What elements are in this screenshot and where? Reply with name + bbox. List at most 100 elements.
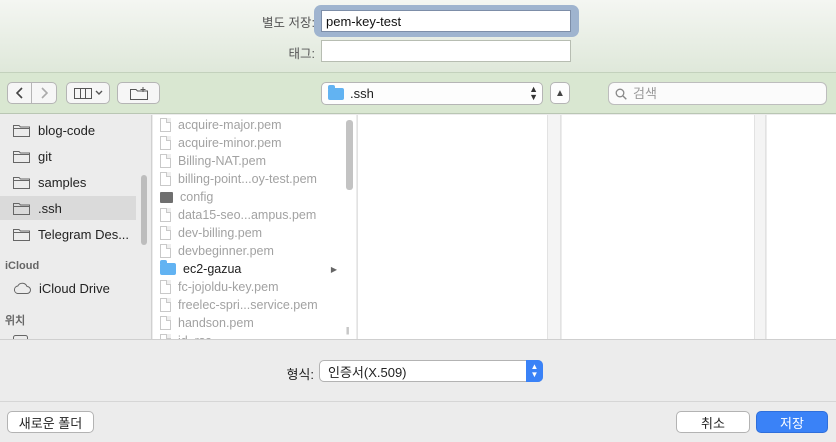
sidebar-heading-icloud: iCloud	[5, 260, 40, 272]
sidebar-item-label: Telegram Des...	[38, 226, 130, 242]
divider	[0, 401, 836, 402]
sidebar-heading-locations: 위치	[5, 315, 26, 327]
chevron-right-icon	[41, 87, 48, 99]
folder-icon	[13, 176, 30, 189]
sidebar-item-icloud-drive[interactable]: iCloud Drive	[0, 276, 136, 300]
save-button[interactable]: 저장	[756, 411, 828, 433]
back-button[interactable]	[7, 82, 32, 104]
file-name: devbeginner.pem	[178, 244, 274, 258]
forward-button[interactable]	[32, 82, 57, 104]
search-input[interactable]	[633, 86, 813, 101]
file-name: Billing-NAT.pem	[178, 154, 266, 168]
document-icon	[160, 136, 171, 150]
sidebar-item-blog-code[interactable]: blog-code	[0, 118, 136, 142]
save-as-label: 별도 저장:	[262, 16, 315, 30]
file-column: acquire-major.pem acquire-minor.pem Bill…	[153, 115, 356, 339]
file-item[interactable]: config	[153, 188, 345, 206]
file-item[interactable]: acquire-major.pem	[153, 116, 345, 134]
tags-label: 태그:	[288, 47, 315, 61]
sidebar-item-label: samples	[38, 174, 87, 190]
file-name: freelec-spri...service.pem	[178, 298, 318, 312]
column-divider[interactable]	[547, 115, 561, 339]
up-down-arrows-icon: ▲ ▼	[526, 360, 543, 382]
location-label: .ssh	[350, 86, 374, 101]
new-folder-icon	[129, 86, 148, 100]
format-label: 형식:	[286, 367, 314, 382]
up-down-arrows-icon: ▲ ▼	[529, 84, 538, 102]
location-select[interactable]: .ssh ▲ ▼	[321, 82, 543, 105]
sidebar-item-label: .ssh	[38, 200, 62, 216]
column-resize-handle[interactable]: ||	[346, 326, 349, 335]
sidebar-item-label: git	[38, 148, 52, 164]
sidebar-item-ssh[interactable]: .ssh	[0, 196, 136, 220]
document-icon	[160, 118, 171, 132]
bottom-bar: 형식: 인증서(X.509) ▲ ▼ 새로운 폴더 취소 저장	[0, 339, 836, 442]
chevron-down-icon	[95, 90, 102, 95]
sidebar-item-git[interactable]: git	[0, 144, 136, 168]
file-item[interactable]: data15-seo...ampus.pem	[153, 206, 345, 224]
folder-icon	[13, 202, 30, 215]
empty-column	[562, 115, 754, 339]
file-item[interactable]: freelec-spri...service.pem	[153, 296, 345, 314]
file-item[interactable]: Billing-NAT.pem	[153, 152, 345, 170]
file-item[interactable]: devbeginner.pem	[153, 242, 345, 260]
document-icon	[160, 172, 171, 186]
new-folder-toolbar-button[interactable]	[117, 82, 160, 104]
column-divider[interactable]	[754, 115, 766, 339]
folder-item-ec2-gazua[interactable]: ec2-gazua ▶	[153, 260, 345, 278]
file-item[interactable]: handson.pem	[153, 314, 345, 332]
search-icon	[615, 88, 627, 100]
document-icon	[160, 298, 171, 312]
sidebar: blog-code git samples .ssh Telegram Des.…	[0, 115, 152, 339]
file-item[interactable]: dev-billing.pem	[153, 224, 345, 242]
document-icon	[160, 316, 171, 330]
toolbar: .ssh ▲ ▼ ▲	[0, 72, 836, 114]
file-name: data15-seo...ampus.pem	[178, 208, 317, 222]
folder-icon	[160, 260, 176, 275]
file-name: acquire-major.pem	[178, 118, 282, 132]
file-column-scrollbar[interactable]	[346, 120, 353, 190]
tags-input[interactable]	[321, 40, 571, 62]
sidebar-scrollbar[interactable]	[141, 175, 147, 245]
document-icon	[160, 154, 171, 168]
format-value: 인증서(X.509)	[328, 364, 407, 380]
file-item[interactable]: id_rsa	[153, 332, 345, 339]
format-select[interactable]: 인증서(X.509) ▲ ▼	[319, 360, 543, 382]
columns-view-icon	[73, 87, 92, 99]
file-name: fc-jojoldu-key.pem	[178, 280, 279, 294]
search-field[interactable]	[608, 82, 827, 105]
document-icon	[160, 208, 171, 222]
file-name: handson.pem	[178, 316, 254, 330]
file-name: dev-billing.pem	[178, 226, 263, 240]
document-icon	[160, 244, 171, 258]
folder-icon	[13, 228, 30, 241]
cloud-icon	[13, 282, 31, 294]
sidebar-item-label: iCloud Drive	[39, 280, 110, 296]
file-item[interactable]: fc-jojoldu-key.pem	[153, 278, 345, 296]
filename-input[interactable]	[321, 10, 571, 32]
file-item[interactable]: acquire-minor.pem	[153, 134, 345, 152]
view-mode-button[interactable]	[66, 82, 110, 104]
folder-icon	[328, 84, 344, 100]
cancel-button[interactable]: 취소	[676, 411, 750, 433]
executable-icon	[160, 191, 173, 203]
file-name: billing-point...oy-test.pem	[178, 172, 317, 186]
file-item[interactable]: billing-point...oy-test.pem	[153, 170, 345, 188]
sidebar-item-telegram[interactable]: Telegram Des...	[0, 222, 136, 246]
folder-icon	[13, 124, 30, 137]
document-icon	[160, 226, 171, 240]
empty-column	[767, 115, 836, 339]
file-name: ec2-gazua	[183, 262, 242, 276]
disclosure-arrow-icon: ▶	[330, 264, 337, 274]
sidebar-item-macintosh-hd[interactable]	[0, 329, 136, 339]
new-folder-button[interactable]: 새로운 폴더	[7, 411, 94, 433]
document-icon	[160, 280, 171, 294]
chevron-left-icon	[15, 87, 23, 99]
file-name: config	[180, 190, 214, 204]
chevron-up-icon: ▲	[555, 87, 565, 99]
folder-icon	[13, 150, 30, 163]
collapse-button[interactable]: ▲	[550, 82, 570, 104]
sidebar-item-samples[interactable]: samples	[0, 170, 136, 194]
file-name: acquire-minor.pem	[178, 136, 282, 150]
save-header: 별도 저장: 태그:	[0, 0, 836, 72]
